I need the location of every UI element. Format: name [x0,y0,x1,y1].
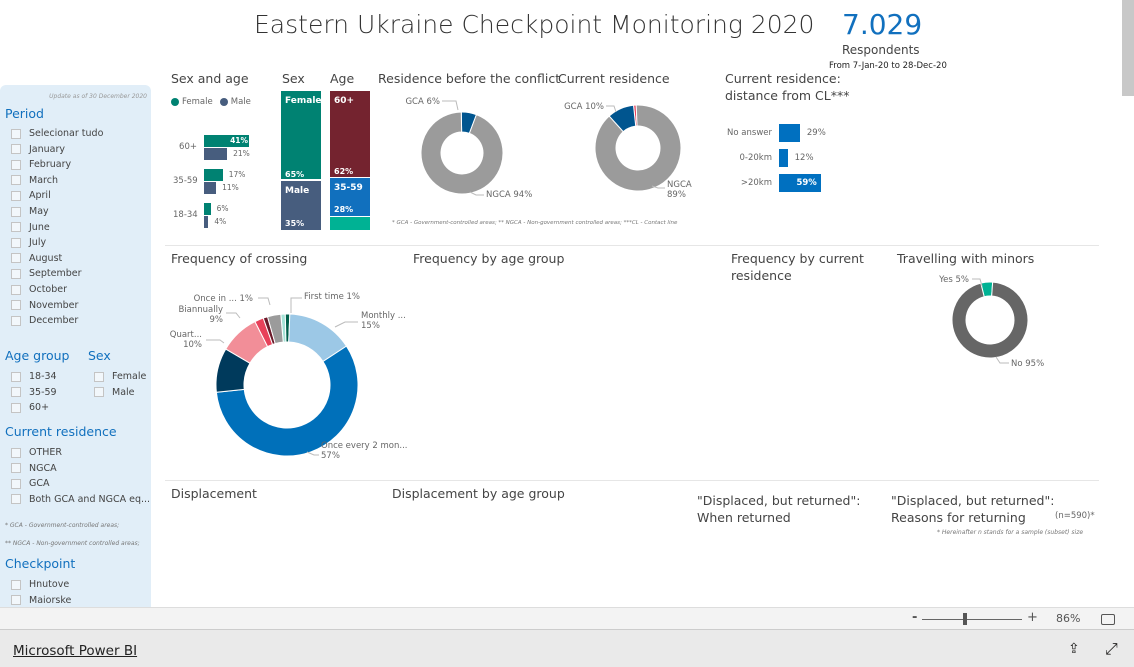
donut-label: 9% [210,315,224,325]
distance-bar[interactable] [779,124,800,142]
donut-label: NGCA [667,180,692,190]
leader-line [606,105,617,113]
donut-label: 15% [361,321,380,331]
dbr-reasons-title-2: Reasons for returning [891,510,1026,525]
footer: ⇪ ⤢ [0,630,1134,667]
donut-label: 10% [183,340,202,350]
leader-line [995,356,1009,364]
fit-to-page-icon[interactable] [1101,614,1115,625]
divider [165,480,1099,481]
displacement-age-title: Displacement by age group [392,486,565,501]
dbr-when-title-1: "Displaced, but returned": [697,493,861,508]
donut-label: 57% [321,451,340,461]
donut-label: Biannually [178,305,223,315]
dbr-when-title-2: When returned [697,510,791,525]
zoom-slider-track[interactable] [922,619,1022,620]
distance-category: No answer [727,128,772,138]
donut-label: NGCA 94% [486,190,532,200]
donut-label: 89% [667,190,686,200]
leader-line [290,297,302,313]
leader-line [306,451,319,456]
displacement-title: Displacement [171,486,257,501]
donut-label: First time 1% [304,292,360,302]
donut-label: Monthly ... [361,311,406,321]
leader-line [442,100,459,111]
dbr-reasons-title-1: "Displaced, but returned": [891,493,1055,508]
share-icon[interactable]: ⇪ [1068,641,1080,657]
leader-line [258,297,271,306]
zoom-out-button[interactable]: - [912,610,917,625]
top-footnote: * GCA - Government-controlled areas; ** … [392,220,678,226]
distance-value: 29% [806,128,826,138]
distance-category: 0-20km [739,153,773,163]
divider [165,245,1099,246]
frequency-residence-title-1: Frequency by current [731,251,864,266]
frequency-age-title: Frequency by age group [413,251,565,266]
leader-line [334,321,358,328]
distance-category: >20km [740,178,772,188]
power-bi-link[interactable]: Microsoft Power BI [13,643,137,659]
distance-value: 59% [796,178,817,188]
donut-label: Yes 5% [938,275,969,285]
donut-label: Quart... [170,330,202,340]
donut-label: Once every 2 mon... [321,441,407,451]
donut-label: GCA 6% [405,97,440,107]
hereinafter-note: * Hereinafter n stands for a sample (sub… [937,529,1084,536]
distance-value: 12% [794,153,814,163]
donut-label: No 95% [1011,359,1044,369]
frequency-crossing-title: Frequency of crossing [171,251,308,266]
leader-line [226,312,241,319]
donut-slice[interactable] [594,104,682,192]
donut-label: GCA 10% [564,102,604,112]
donut-label: Once in ... 1% [194,294,253,304]
sample-size: (n=590)* [1055,511,1095,521]
fullscreen-icon[interactable]: ⤢ [1105,639,1118,659]
distance-bar[interactable] [779,149,788,167]
minors-title: Travelling with minors [897,251,1035,266]
zoom-bar: - + 86% [0,607,1134,630]
zoom-level: 86% [1056,612,1081,625]
zoom-slider-thumb[interactable] [963,613,967,625]
leader-line [206,339,225,344]
zoom-in-button[interactable]: + [1027,610,1038,625]
frequency-residence-title-2: residence [731,268,792,283]
